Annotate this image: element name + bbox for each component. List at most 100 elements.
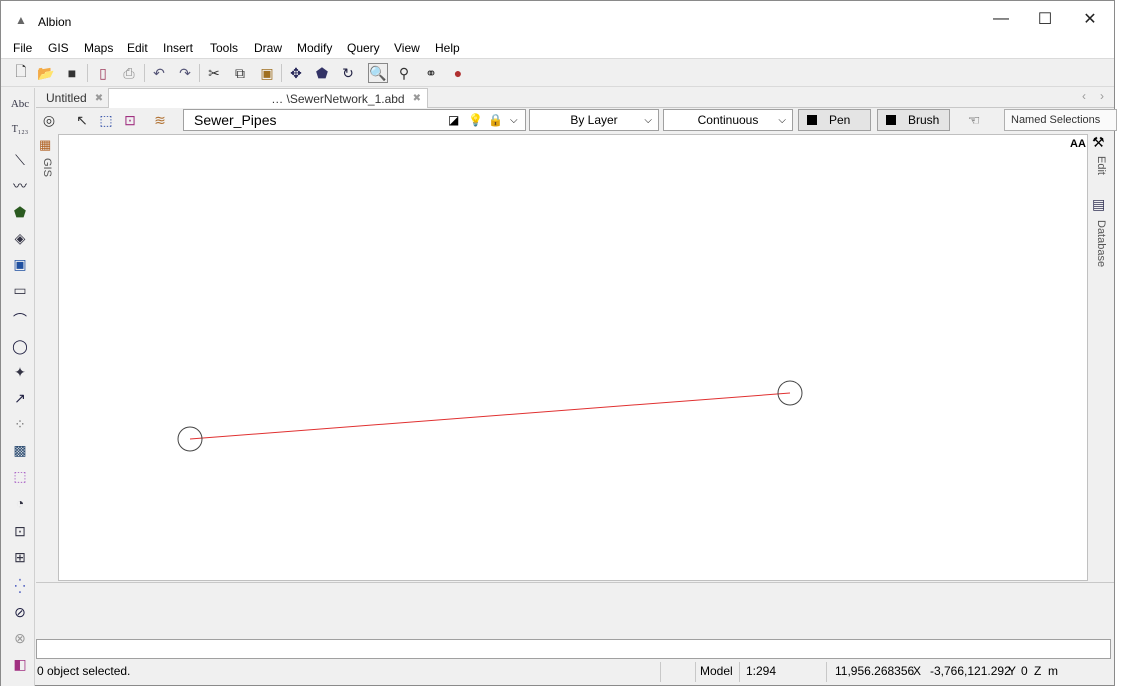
- title-bar: ▲ Albion — ☐ ✕: [1, 1, 1114, 37]
- database-panel-label[interactable]: Database: [1095, 220, 1107, 267]
- menu-bar: File GIS Maps Edit Insert Tools Draw Mod…: [1, 37, 1114, 59]
- model-space-toggle[interactable]: Model: [700, 664, 733, 678]
- select-properties-icon[interactable]: ⊡: [120, 110, 140, 130]
- scale-value[interactable]: 1:294: [746, 664, 776, 678]
- redo-icon[interactable]: ↷: [175, 63, 195, 83]
- gis-panel-strip: ▦ GIS: [36, 134, 58, 581]
- scatter-points-icon[interactable]: ⁛: [9, 576, 31, 596]
- tab-untitled[interactable]: Untitled ✖: [40, 88, 108, 108]
- new-icon[interactable]: 🗋: [11, 63, 31, 83]
- sewer-pipe-line[interactable]: [189, 392, 791, 440]
- block-icon[interactable]: ▣: [9, 254, 31, 274]
- command-history: [36, 582, 1114, 639]
- layer-toolbar: ◎ ↖ ⬚ ⊡ ≋ Sewer_Pipes ◪ 💡 🔒 ⌵ By Layer ⌵…: [36, 108, 1117, 133]
- app-window: ▲ Albion — ☐ ✕ File GIS Maps Edit Insert…: [0, 0, 1117, 686]
- pointing-hand-icon[interactable]: ☜: [961, 110, 987, 130]
- menu-view[interactable]: View: [394, 41, 420, 55]
- units-label: m: [1048, 664, 1058, 678]
- color-select[interactable]: By Layer ⌵: [529, 109, 659, 131]
- select-arrow-icon[interactable]: ↖: [72, 110, 92, 130]
- chevron-down-icon: ⌵: [644, 114, 652, 126]
- menu-insert[interactable]: Insert: [163, 41, 193, 55]
- viewport-icon[interactable]: ⊡: [9, 521, 31, 541]
- zoom-previous-icon[interactable]: ●: [448, 63, 468, 83]
- zoom-dynamic-icon[interactable]: ⚲: [394, 63, 414, 83]
- polyline-icon[interactable]: 〰: [9, 176, 31, 196]
- layer-select[interactable]: Sewer_Pipes ◪ 💡 🔒 ⌵: [183, 109, 526, 131]
- menu-file[interactable]: File: [13, 41, 32, 55]
- right-panel-strip: AA ⚒ Edit ▤ Database: [1070, 134, 1114, 581]
- undo-icon[interactable]: ↶: [149, 63, 169, 83]
- gis-panel-label[interactable]: GIS: [41, 158, 53, 177]
- line-icon[interactable]: ⟍: [9, 150, 31, 170]
- minimize-button[interactable]: —: [978, 3, 1024, 35]
- menu-gis[interactable]: GIS: [48, 41, 69, 55]
- polygon-icon[interactable]: ⬟: [9, 202, 31, 222]
- menu-tools[interactable]: Tools: [210, 41, 238, 55]
- rectangle-icon[interactable]: ▭: [9, 280, 31, 300]
- menu-modify[interactable]: Modify: [297, 41, 332, 55]
- layer-manager-icon[interactable]: ≋: [150, 110, 170, 130]
- zoom-realtime-icon[interactable]: ⚭: [421, 63, 441, 83]
- array-icon[interactable]: ⁘: [9, 414, 31, 434]
- regenerate-icon[interactable]: ↻: [338, 63, 358, 83]
- arc-icon[interactable]: ⌒: [9, 310, 31, 330]
- layers-icon[interactable]: ◧: [9, 654, 31, 674]
- region-icon[interactable]: ⬚: [9, 466, 31, 486]
- database-icon[interactable]: ▤: [1092, 196, 1105, 213]
- command-input[interactable]: [36, 639, 1111, 659]
- font-size-toggle[interactable]: AA: [1070, 138, 1086, 150]
- circle-icon[interactable]: ◯: [9, 336, 31, 356]
- linetype-select[interactable]: Continuous ⌵: [663, 109, 793, 131]
- point-icon[interactable]: ✦: [9, 362, 31, 382]
- select-window-icon[interactable]: ⬚: [96, 110, 116, 130]
- brush-button[interactable]: Brush: [877, 109, 950, 131]
- copy-icon[interactable]: ⧉: [230, 63, 250, 83]
- maximize-button[interactable]: ☐: [1022, 3, 1068, 35]
- layer-color-icon: ◪: [448, 113, 460, 127]
- paste-icon[interactable]: ▣: [257, 63, 277, 83]
- menu-maps[interactable]: Maps: [84, 41, 113, 55]
- tab-label: … \SewerNetwork_1.abd: [271, 91, 405, 106]
- link-icon[interactable]: ⊗: [9, 628, 31, 648]
- brush-label: Brush: [908, 113, 940, 127]
- image-icon[interactable]: ▩: [9, 440, 31, 460]
- close-button[interactable]: ✕: [1067, 3, 1113, 35]
- object-snap-icon[interactable]: ◎: [39, 110, 59, 130]
- print-preview-icon[interactable]: ▯: [93, 63, 113, 83]
- edit-panel-label[interactable]: Edit: [1095, 156, 1107, 175]
- z-coordinate: 0: [1021, 664, 1028, 678]
- pen-swatch: [807, 115, 817, 125]
- tab-scroll-left-icon[interactable]: ‹: [1082, 89, 1086, 103]
- grid-icon[interactable]: ⊞: [9, 547, 31, 567]
- named-selections-select[interactable]: Named Selections: [1004, 109, 1117, 131]
- cut-icon[interactable]: ✂: [204, 63, 224, 83]
- tab-sewer-network[interactable]: … \SewerNetwork_1.abd ✖: [108, 88, 428, 108]
- selection-status: 0 object selected.: [37, 664, 131, 678]
- hatch-icon[interactable]: ◈: [9, 228, 31, 248]
- menu-help[interactable]: Help: [435, 41, 460, 55]
- x-coordinate: 11,956.268356: [835, 664, 915, 678]
- save-icon[interactable]: ■: [62, 63, 82, 83]
- edit-tools-icon[interactable]: ⚒: [1092, 134, 1105, 151]
- zoom-extents-icon[interactable]: ⬟: [312, 63, 332, 83]
- zoom-window-icon[interactable]: 🔍: [368, 63, 388, 83]
- status-bar: 0 object selected. Model 1:294 11,956.26…: [36, 660, 1114, 684]
- gis-map-icon[interactable]: ▦: [39, 137, 51, 153]
- menu-draw[interactable]: Draw: [254, 41, 282, 55]
- arrow-icon[interactable]: ↗: [9, 388, 31, 408]
- text-icon[interactable]: Abc: [9, 94, 31, 114]
- pan-icon[interactable]: ✥: [286, 63, 306, 83]
- menu-query[interactable]: Query: [347, 41, 380, 55]
- multiline-text-icon[interactable]: T₁₂₃: [9, 119, 31, 139]
- print-icon[interactable]: ⎙: [119, 63, 139, 83]
- measure-icon[interactable]: ◔: [9, 493, 31, 513]
- compass-icon[interactable]: ⊘: [9, 602, 31, 622]
- open-folder-icon[interactable]: 📂: [36, 63, 56, 83]
- tab-scroll-right-icon[interactable]: ›: [1100, 89, 1104, 103]
- tab-close-icon[interactable]: ✖: [95, 93, 103, 104]
- pen-button[interactable]: Pen: [798, 109, 871, 131]
- menu-edit[interactable]: Edit: [127, 41, 148, 55]
- drawing-canvas[interactable]: [58, 134, 1088, 581]
- tab-close-icon[interactable]: ✖: [413, 93, 421, 104]
